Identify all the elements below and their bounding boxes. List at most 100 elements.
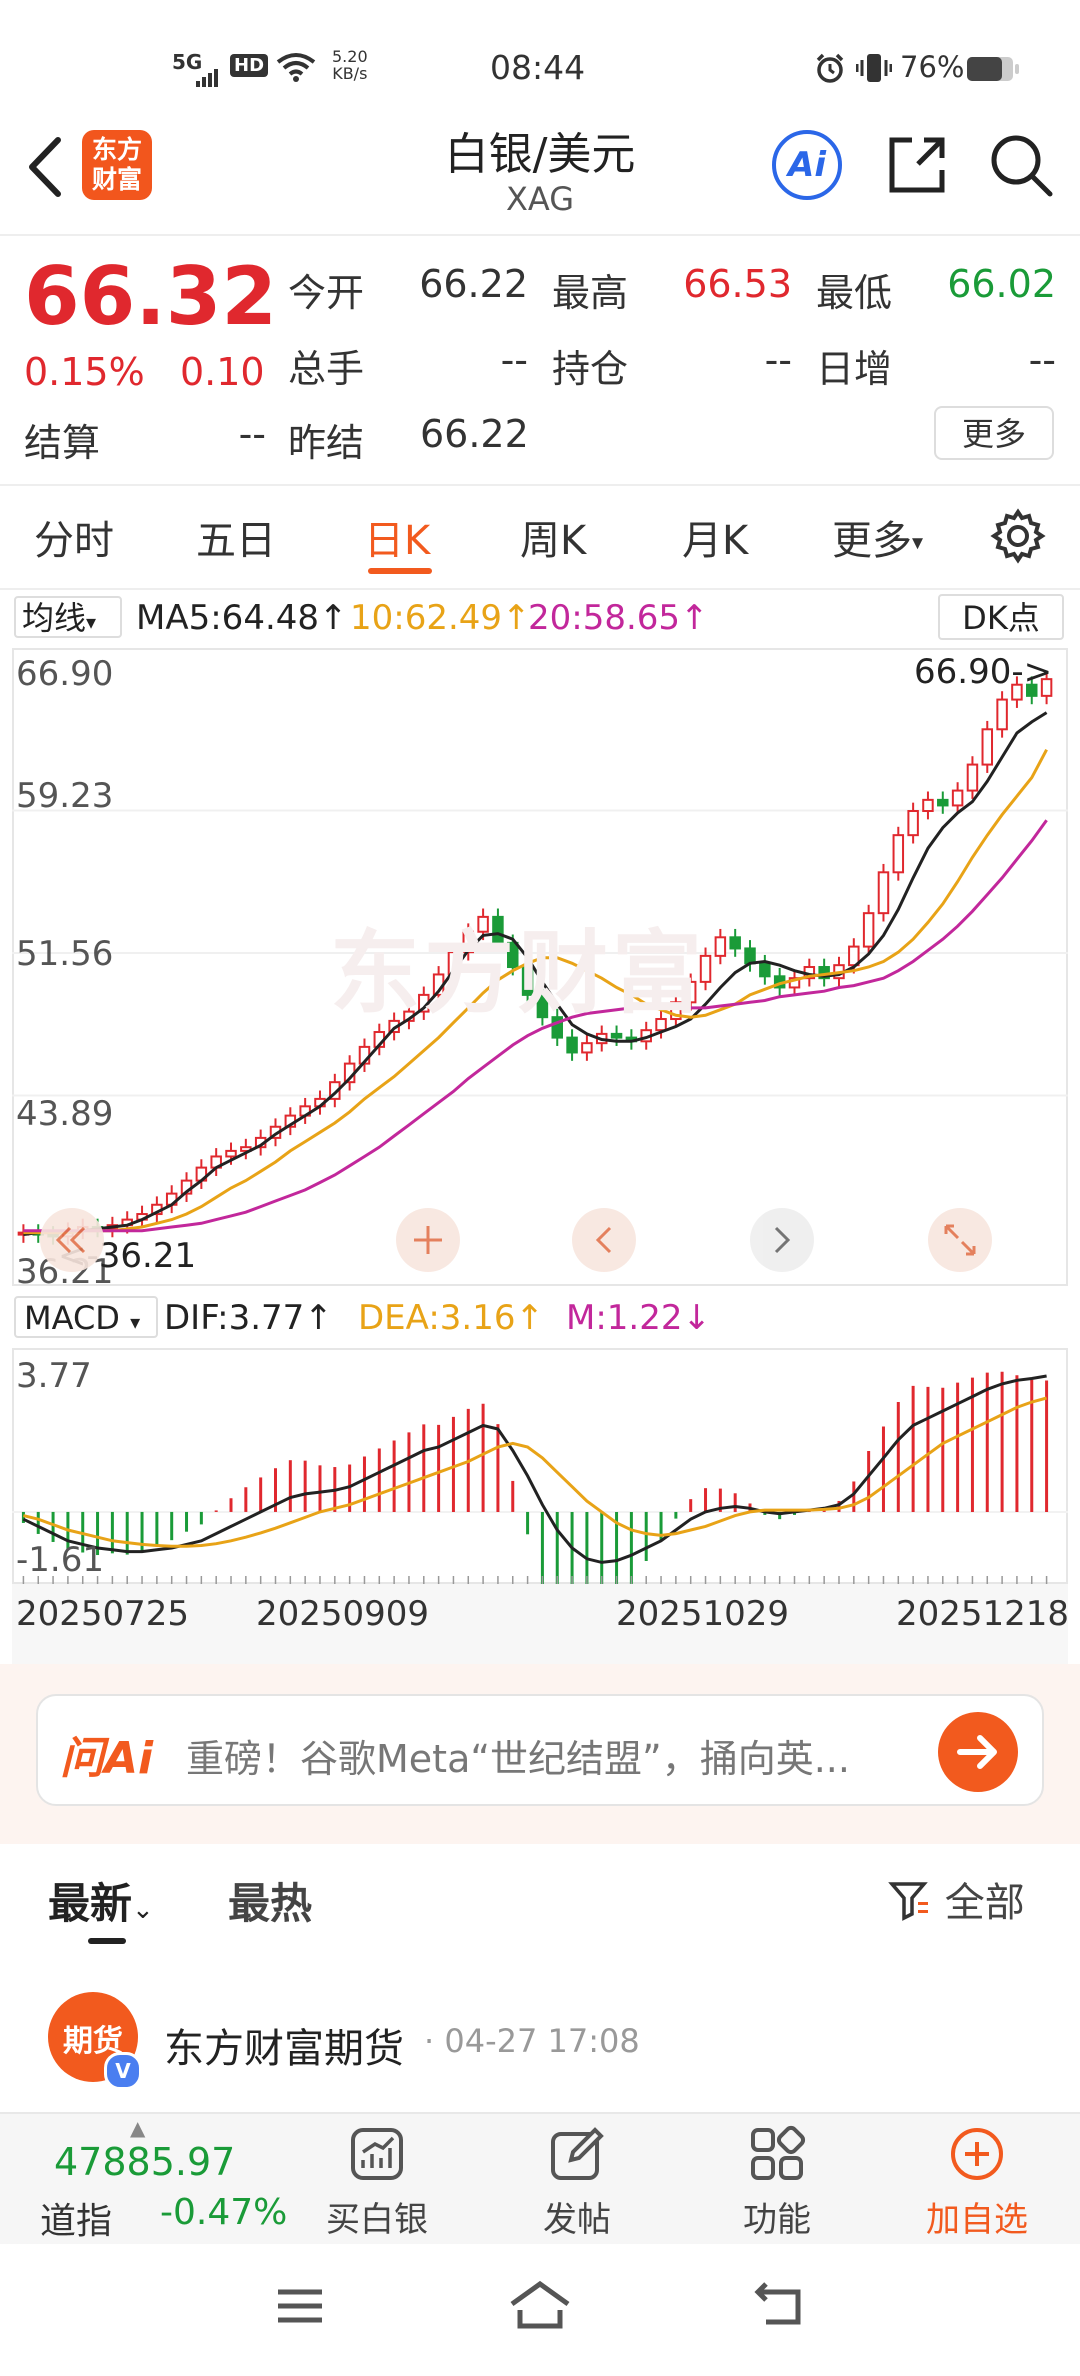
nav-functions[interactable]: 功能 — [712, 2124, 842, 2241]
network-speed: 5.20 KB/s — [332, 47, 368, 83]
date-label: 20251218 — [896, 1594, 1070, 1634]
expand-caret-icon: ▲ — [130, 2116, 146, 2140]
high-label: 最高 — [552, 271, 629, 315]
expand-icon — [944, 1224, 976, 1256]
candle-body — [922, 798, 934, 813]
y-axis-label: 66.90 — [16, 654, 114, 694]
battery-percent: 76% — [900, 50, 965, 84]
verified-badge-icon: V — [104, 2052, 142, 2090]
macd-y-label: 3.77 — [16, 1356, 92, 1396]
candle-body — [907, 810, 919, 837]
chevron-left-icon — [595, 1226, 612, 1254]
high-value: 66.53 — [683, 262, 792, 306]
candle-body — [729, 936, 741, 950]
dea-value: DEA:3.16↑ — [358, 1298, 544, 1338]
more-quote-button[interactable]: 更多 — [934, 406, 1054, 460]
trade-chart-icon — [351, 2128, 403, 2180]
wifi-icon — [276, 52, 316, 90]
chevron-right-icon — [774, 1226, 791, 1254]
macd-chart[interactable] — [12, 1348, 1068, 1584]
indicator-selector[interactable]: MACD ▾ — [14, 1296, 158, 1338]
index-name[interactable]: 道指 — [40, 2192, 112, 2244]
hd-icon: HD — [230, 54, 269, 77]
daily-increase-label: 日增 — [816, 347, 893, 391]
nav-add-watchlist[interactable]: 加自选 — [912, 2124, 1042, 2241]
tab-daily-k[interactable]: 日K — [364, 508, 430, 566]
scroll-right-button[interactable] — [750, 1208, 814, 1272]
tab-intraday[interactable]: 分时 — [34, 508, 114, 566]
feed-tab-hot[interactable]: 最热 — [228, 1870, 312, 1931]
low-label: 最低 — [816, 271, 893, 315]
y-axis-label: 51.56 — [16, 934, 114, 974]
zoom-out-button[interactable] — [40, 1208, 104, 1272]
date-label: 20250909 — [256, 1594, 430, 1634]
divider — [0, 588, 1080, 590]
feed-tab-latest[interactable]: 最新⌄ — [48, 1870, 154, 1931]
nav-buy-silver[interactable]: 买白银 — [312, 2124, 442, 2241]
gear-icon — [990, 508, 1046, 564]
battery-icon — [966, 55, 1020, 90]
dropdown-arrow-icon: ▾ — [86, 610, 97, 634]
watermark: 东方财富 — [330, 921, 706, 1026]
home-icon — [510, 2280, 570, 2329]
ma5-value: MA5:64.48↑ — [136, 598, 348, 638]
divider — [0, 234, 1080, 236]
ai-question-bar[interactable]: 问Ai 重磅！谷歌Meta“世纪结盟”，捅向英... — [36, 1694, 1044, 1806]
index-value[interactable]: 47885.97 — [54, 2140, 235, 2184]
plus-icon — [414, 1226, 442, 1254]
grid-icon — [751, 2125, 806, 2180]
date-label: 20251029 — [616, 1594, 790, 1634]
feed-tab-indicator — [88, 1938, 126, 1944]
candle-body — [566, 1036, 578, 1054]
active-tab-indicator — [368, 568, 432, 574]
candle-body — [996, 698, 1008, 731]
index-change[interactable]: -0.47% — [160, 2192, 287, 2233]
menu-icon — [278, 2289, 322, 2323]
macd-y-label: -1.61 — [16, 1540, 104, 1580]
tab-more[interactable]: 更多▾ — [832, 508, 923, 566]
candle-body — [610, 1032, 623, 1039]
y-axis-label: 43.89 — [16, 1094, 114, 1134]
candle-body — [714, 936, 727, 957]
scroll-left-button[interactable] — [572, 1208, 636, 1272]
ai-assistant-button[interactable]: Ai — [772, 130, 842, 200]
signal-icon — [196, 60, 222, 95]
search-button[interactable] — [988, 132, 1054, 202]
change-value: 0.10 — [180, 350, 265, 394]
system-menu-button[interactable] — [276, 2286, 324, 2330]
dropdown-arrow-icon: ▾ — [912, 530, 924, 556]
tab-five-day[interactable]: 五日 — [196, 508, 276, 566]
ai-question-text[interactable]: 重磅！谷歌Meta“世纪结盟”，捅向英... — [186, 1728, 926, 1783]
tab-weekly-k[interactable]: 周K — [520, 508, 586, 566]
ai-send-button[interactable] — [938, 1712, 1018, 1792]
ma-selector[interactable]: 均线▾ — [14, 596, 122, 638]
share-button[interactable] — [884, 132, 950, 202]
candle-body — [981, 728, 994, 766]
settle-value: -- — [238, 412, 266, 456]
dk-point-button[interactable]: DK点 — [938, 594, 1064, 640]
ai-icon: Ai — [788, 145, 826, 185]
candle-body — [759, 962, 771, 978]
fullscreen-button[interactable] — [928, 1208, 992, 1272]
system-back-button[interactable] — [752, 2282, 804, 2332]
zoom-in-button[interactable] — [396, 1208, 460, 1272]
author-name[interactable]: 东方财富期货 — [164, 2016, 404, 2074]
clock: 08:44 — [490, 48, 586, 87]
tab-monthly-k[interactable]: 月K — [682, 508, 748, 566]
status-bar: 5G HD 5.20 KB/s 08:44 76% — [0, 0, 1080, 120]
nav-post[interactable]: 发帖 — [512, 2124, 642, 2241]
add-circle-icon — [951, 2128, 1003, 2180]
divider — [0, 484, 1080, 486]
system-home-button[interactable] — [508, 2280, 572, 2334]
candle-body — [937, 798, 949, 807]
last-price: 66.32 — [24, 250, 278, 343]
ma20-value: 20:58.65↑ — [528, 598, 709, 638]
double-chevron-left-icon — [55, 1226, 86, 1254]
feed-filter-button[interactable]: 全部 — [888, 1870, 1025, 1928]
alarm-icon — [814, 52, 846, 92]
candle-body — [862, 912, 875, 948]
y-axis-label: 59.23 — [16, 776, 114, 816]
chart-settings-button[interactable] — [990, 508, 1046, 568]
settle-label: 结算 — [24, 421, 101, 465]
low-value: 66.02 — [947, 262, 1056, 306]
